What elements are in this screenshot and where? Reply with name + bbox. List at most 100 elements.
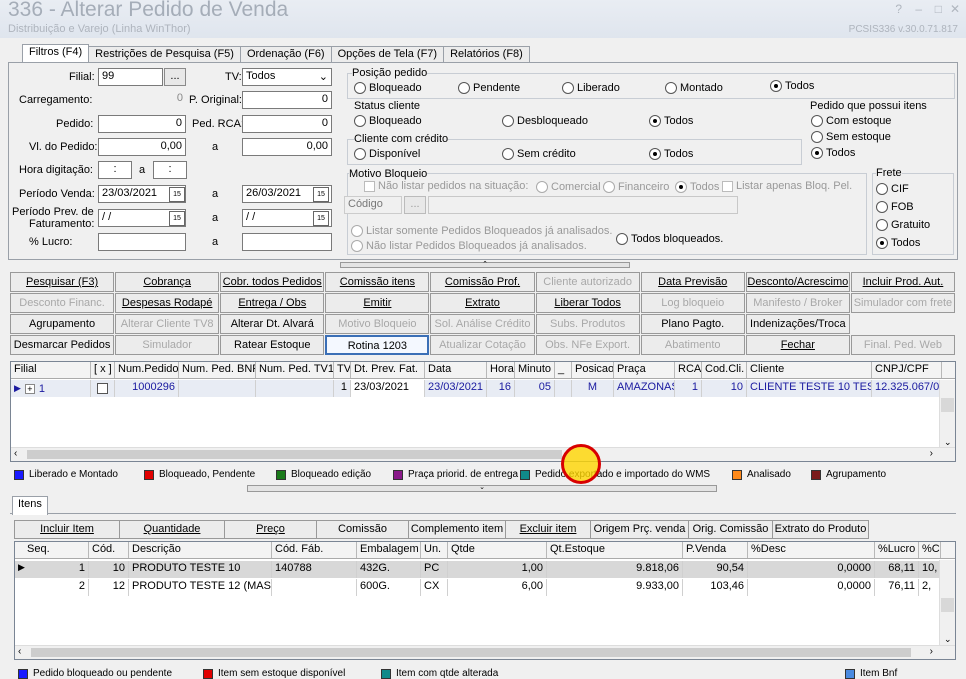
col-desc-pct[interactable]: %Desc xyxy=(748,542,875,558)
filial-search-button[interactable]: ... xyxy=(164,68,186,86)
itens-com-estoque-radio[interactable]: Com estoque xyxy=(811,115,891,127)
col-cod-fab[interactable]: Cód. Fáb. xyxy=(272,542,357,558)
cobranca-button[interactable]: Cobrança xyxy=(115,272,220,292)
lucro-from-input[interactable] xyxy=(98,233,186,251)
emitir-button[interactable]: Emitir xyxy=(325,293,430,313)
posicao-montado-radio[interactable]: Montado xyxy=(665,82,723,94)
extrato-button[interactable]: Extrato xyxy=(430,293,535,313)
col-cliente[interactable]: Cliente xyxy=(747,362,872,378)
col-qt-estoque[interactable]: Qt.Estoque xyxy=(547,542,683,558)
calendar-icon[interactable]: 15 xyxy=(169,211,185,226)
calendar-icon[interactable]: 15 xyxy=(169,187,185,202)
chevron-left-icon[interactable]: ‹ xyxy=(14,448,17,459)
sit-comercial-radio[interactable]: Comercial xyxy=(536,181,601,193)
complemento-item-button[interactable]: Complemento item xyxy=(408,520,506,539)
splitter-bottom[interactable]: ⌄ xyxy=(247,484,717,492)
pesquisar-button[interactable]: Pesquisar (F3) xyxy=(10,272,115,292)
row-checkbox[interactable] xyxy=(91,380,115,397)
indenizacoes-troca-button[interactable]: Indenizações/Troca xyxy=(745,314,850,334)
credito-todos-radio[interactable]: Todos xyxy=(649,148,693,160)
col-un[interactable]: Un. xyxy=(421,542,448,558)
desconto-acrescimo-button[interactable]: Desconto/Acrescimo xyxy=(745,272,850,292)
hora-to-input[interactable]: : xyxy=(153,161,187,179)
frete-gratuito-radio[interactable]: Gratuito xyxy=(876,219,930,231)
vl-from-input[interactable]: 0,00 xyxy=(98,138,186,156)
chevron-left-icon[interactable]: ‹ xyxy=(18,646,21,657)
motivo-bloqueio-button[interactable]: Motivo Bloqueio xyxy=(325,314,430,334)
agrupamento-button[interactable]: Agrupamento xyxy=(10,314,115,334)
cell-dt-prev[interactable]: 23/03/2021 xyxy=(351,380,425,397)
col-embalagem[interactable]: Embalagem xyxy=(357,542,421,558)
simulador-frete-button[interactable]: Simulador com frete xyxy=(850,293,955,313)
minimize-icon[interactable]: – xyxy=(915,2,922,16)
cobr-todos-button[interactable]: Cobr. todos Pedidos xyxy=(220,272,325,292)
table-row[interactable]: ▶ +1 1000296 1 23/03/2021 23/03/2021 16 0… xyxy=(11,380,955,397)
col-cnpj[interactable]: CNPJ/CPF xyxy=(872,362,942,378)
p-original-input[interactable]: 0 xyxy=(242,91,332,109)
credito-sem-radio[interactable]: Sem crédito xyxy=(502,148,576,160)
credito-disponivel-radio[interactable]: Disponível xyxy=(354,148,420,160)
alterar-cliente-tv8-button[interactable]: Alterar Cliente TV8 xyxy=(115,314,220,334)
liberar-todos-button[interactable]: Liberar Todos xyxy=(535,293,640,313)
tv-select[interactable]: Todos ⌄ xyxy=(242,68,332,86)
obs-nfe-export-button[interactable]: Obs. NFe Export. xyxy=(535,335,640,355)
comissao-button[interactable]: Comissão xyxy=(316,520,409,539)
col-tv[interactable]: TV xyxy=(334,362,351,378)
tab-relatorios[interactable]: Relatórios (F8) xyxy=(443,46,530,63)
quantidade-button[interactable]: Quantidade xyxy=(119,520,225,539)
sol-analise-credito-button[interactable]: Sol. Análise Crédito xyxy=(430,314,535,334)
splitter-top[interactable]: ⌃ xyxy=(340,261,630,268)
table-row[interactable]: 2 12 PRODUTO TESTE 12 (MASTEI 600G. CX 6… xyxy=(15,579,955,596)
sit-financeiro-radio[interactable]: Financeiro xyxy=(603,181,669,193)
desconto-financ-button[interactable]: Desconto Financ. xyxy=(10,293,115,313)
status-bloqueado-radio[interactable]: Bloqueado xyxy=(354,115,422,127)
tab-opcoes[interactable]: Opções de Tela (F7) xyxy=(330,46,445,63)
chevron-down-icon[interactable]: ⌄ xyxy=(944,634,952,645)
posicao-liberado-radio[interactable]: Liberado xyxy=(562,82,620,94)
calendar-icon[interactable]: 15 xyxy=(313,187,329,202)
listar-analisados-radio[interactable]: Listar somente Pedidos Bloqueados já ana… xyxy=(351,225,612,237)
col-num-tv1[interactable]: Num. Ped. TV1 xyxy=(256,362,334,378)
scroll-thumb[interactable] xyxy=(941,398,954,412)
table-row[interactable]: ▶ 1 10 PRODUTO TESTE 10 140788 432G. PC 1… xyxy=(15,561,955,578)
maximize-icon[interactable]: □ xyxy=(935,2,942,16)
col-seq[interactable]: Seq. xyxy=(15,542,89,558)
extrato-produto-button[interactable]: Extrato do Produto xyxy=(772,520,869,539)
listar-bloq-checkbox[interactable]: Listar apenas Bloq. Pel. xyxy=(722,180,852,192)
scroll-thumb[interactable] xyxy=(27,450,562,459)
col-filial[interactable]: Filial xyxy=(11,362,91,378)
frete-todos-radio[interactable]: Todos xyxy=(876,237,920,249)
origem-prc-venda-button[interactable]: Origem Prç. venda xyxy=(590,520,689,539)
scroll-thumb[interactable] xyxy=(31,648,911,657)
posicao-pendente-radio[interactable]: Pendente xyxy=(458,82,520,94)
items-hscroll[interactable]: ‹ › xyxy=(15,645,955,659)
col-dt-prev[interactable]: Dt. Prev. Fat. xyxy=(351,362,425,378)
col-underscore[interactable]: _ xyxy=(555,362,572,378)
scroll-thumb[interactable] xyxy=(941,598,954,612)
ped-rca-input[interactable]: 0 xyxy=(242,115,332,133)
expand-icon[interactable]: + xyxy=(24,383,35,394)
items-vscroll[interactable]: ⌄ xyxy=(939,560,955,645)
excluir-item-button[interactable]: Excluir item xyxy=(505,520,591,539)
itens-sem-estoque-radio[interactable]: Sem estoque xyxy=(811,131,891,143)
abatimento-button[interactable]: Abatimento xyxy=(640,335,745,355)
posicao-todos-radio[interactable]: Todos xyxy=(770,80,814,92)
data-previsao-button[interactable]: Data Previsão xyxy=(640,272,745,292)
comissao-itens-button[interactable]: Comissão itens xyxy=(325,272,430,292)
log-bloqueio-button[interactable]: Log bloqueio xyxy=(640,293,745,313)
hora-from-input[interactable]: : xyxy=(98,161,132,179)
itens-todos-radio[interactable]: Todos xyxy=(811,147,855,159)
chevron-right-icon[interactable]: › xyxy=(930,646,933,657)
col-check[interactable]: [ x ] xyxy=(91,362,115,378)
alterar-dt-alvara-button[interactable]: Alterar Dt. Alvará xyxy=(220,314,325,334)
lucro-to-input[interactable] xyxy=(242,233,332,251)
col-minuto[interactable]: Minuto xyxy=(515,362,555,378)
tab-itens[interactable]: Itens xyxy=(12,496,48,515)
final-ped-web-button[interactable]: Final. Ped. Web xyxy=(850,335,955,355)
calendar-icon[interactable]: 15 xyxy=(313,211,329,226)
col-p-venda[interactable]: P.Venda xyxy=(683,542,748,558)
col-hora[interactable]: Hora xyxy=(487,362,515,378)
codigo-search-button[interactable]: ... xyxy=(404,196,426,214)
status-todos-radio[interactable]: Todos xyxy=(649,115,693,127)
col-co[interactable]: %Co xyxy=(919,542,941,558)
